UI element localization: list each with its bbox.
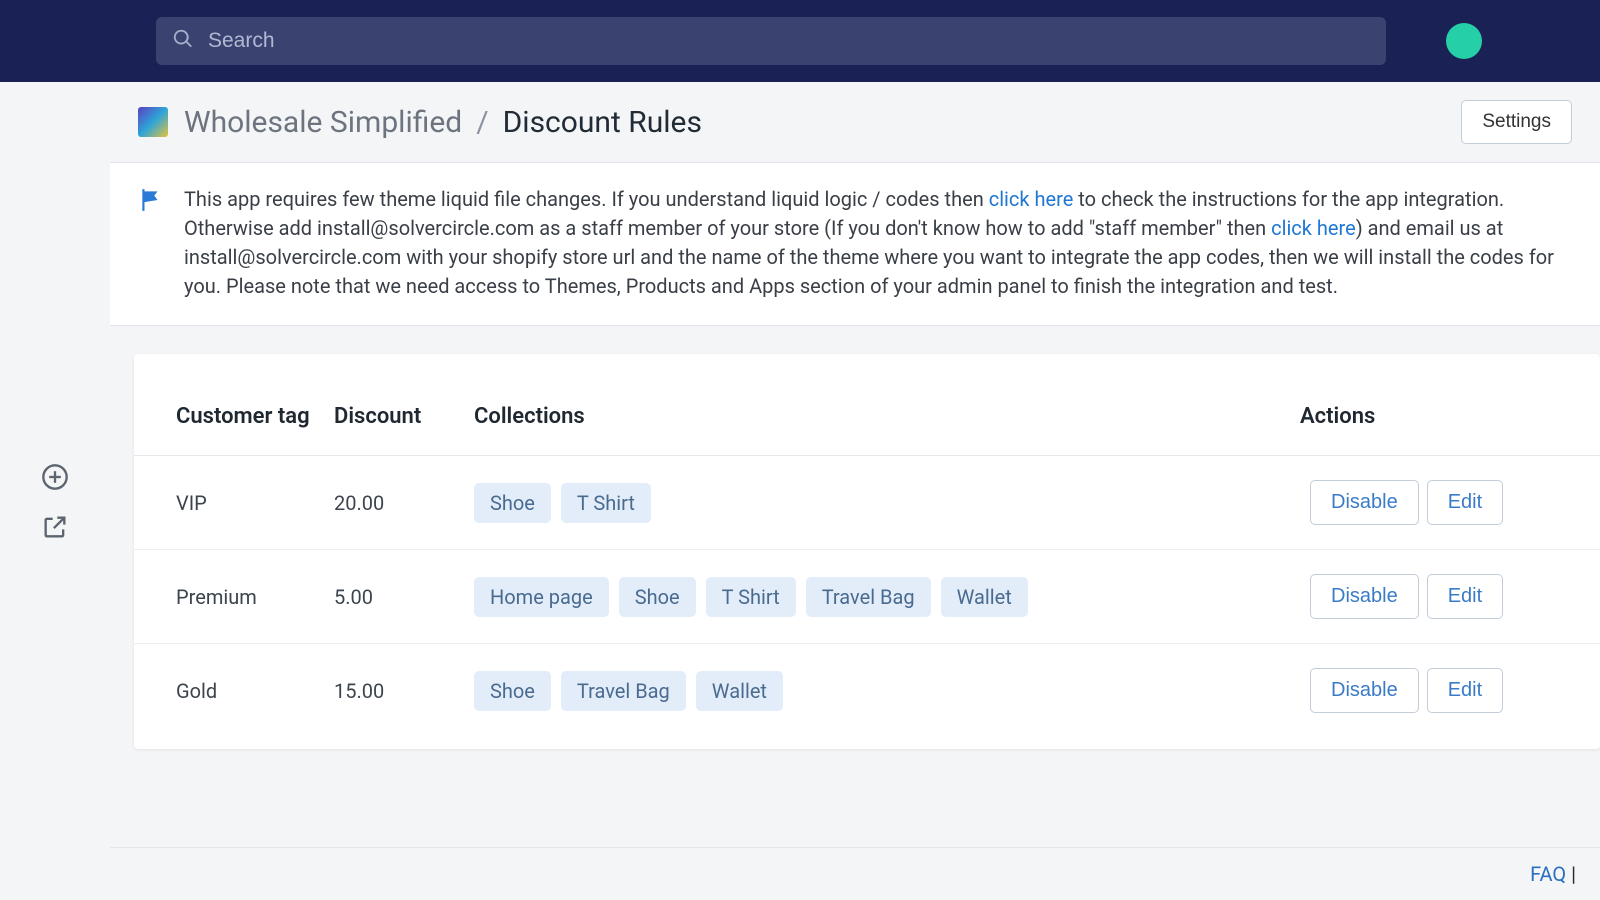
footer-sep: | bbox=[1566, 862, 1576, 886]
cell-actions: DisableEdit bbox=[1300, 550, 1600, 644]
collection-chip[interactable]: Wallet bbox=[941, 577, 1028, 617]
rules-table: Customer tag Discount Collections Action… bbox=[134, 386, 1600, 737]
avatar[interactable] bbox=[1446, 23, 1482, 59]
sidebar bbox=[0, 82, 110, 900]
add-icon[interactable] bbox=[40, 462, 70, 492]
cell-actions: DisableEdit bbox=[1300, 644, 1600, 738]
table-row: Premium5.00Home pageShoeT ShirtTravel Ba… bbox=[134, 550, 1600, 644]
page-header: Wholesale Simplified / Discount Rules Se… bbox=[110, 82, 1600, 162]
topbar bbox=[0, 0, 1600, 82]
breadcrumb-app[interactable]: Wholesale Simplified bbox=[184, 105, 462, 140]
faq-link[interactable]: FAQ bbox=[1530, 862, 1566, 886]
cell-collections: ShoeT Shirt bbox=[464, 456, 1300, 550]
notice-text: This app requires few theme liquid file … bbox=[184, 185, 1572, 301]
search-field[interactable] bbox=[156, 17, 1386, 65]
cell-discount: 15.00 bbox=[324, 644, 464, 738]
cell-discount: 5.00 bbox=[324, 550, 464, 644]
table-row: Gold15.00ShoeTravel BagWalletDisableEdit bbox=[134, 644, 1600, 738]
collection-chip[interactable]: Shoe bbox=[474, 483, 551, 523]
collection-chip[interactable]: T Shirt bbox=[706, 577, 796, 617]
cell-actions: DisableEdit bbox=[1300, 456, 1600, 550]
table-row: VIP20.00ShoeT ShirtDisableEdit bbox=[134, 456, 1600, 550]
col-header-actions: Actions bbox=[1300, 386, 1600, 456]
col-header-discount: Discount bbox=[324, 386, 464, 456]
col-header-tag: Customer tag bbox=[134, 386, 324, 456]
content: Wholesale Simplified / Discount Rules Se… bbox=[110, 82, 1600, 900]
collection-chip[interactable]: T Shirt bbox=[561, 483, 651, 523]
breadcrumb-current: Discount Rules bbox=[503, 105, 702, 140]
edit-button[interactable]: Edit bbox=[1427, 480, 1503, 525]
collection-chip[interactable]: Shoe bbox=[474, 671, 551, 711]
notice-link-2[interactable]: click here bbox=[1271, 216, 1356, 240]
col-header-collections: Collections bbox=[464, 386, 1300, 456]
edit-button[interactable]: Edit bbox=[1427, 574, 1503, 619]
cell-collections: Home pageShoeT ShirtTravel BagWallet bbox=[464, 550, 1300, 644]
cell-tag: Gold bbox=[134, 644, 324, 738]
rules-table-card: Customer tag Discount Collections Action… bbox=[134, 354, 1600, 749]
breadcrumb-separator: / bbox=[476, 105, 488, 140]
cell-discount: 20.00 bbox=[324, 456, 464, 550]
settings-button[interactable]: Settings bbox=[1461, 100, 1572, 144]
external-link-icon[interactable] bbox=[40, 512, 70, 542]
collection-chip[interactable]: Travel Bag bbox=[806, 577, 931, 617]
search-icon bbox=[172, 28, 194, 54]
notice-banner: This app requires few theme liquid file … bbox=[110, 162, 1600, 326]
footer: FAQ | bbox=[110, 847, 1600, 900]
collection-chip[interactable]: Home page bbox=[474, 577, 609, 617]
edit-button[interactable]: Edit bbox=[1427, 668, 1503, 713]
app-logo bbox=[138, 107, 168, 137]
cell-collections: ShoeTravel BagWallet bbox=[464, 644, 1300, 738]
notice-link-1[interactable]: click here bbox=[989, 187, 1074, 211]
disable-button[interactable]: Disable bbox=[1310, 480, 1419, 525]
search-input[interactable] bbox=[208, 29, 1370, 53]
collection-chip[interactable]: Travel Bag bbox=[561, 671, 686, 711]
flag-icon bbox=[138, 185, 164, 301]
collection-chip[interactable]: Wallet bbox=[696, 671, 783, 711]
cell-tag: VIP bbox=[134, 456, 324, 550]
disable-button[interactable]: Disable bbox=[1310, 574, 1419, 619]
cell-tag: Premium bbox=[134, 550, 324, 644]
breadcrumb: Wholesale Simplified / Discount Rules bbox=[184, 105, 702, 140]
collection-chip[interactable]: Shoe bbox=[619, 577, 696, 617]
disable-button[interactable]: Disable bbox=[1310, 668, 1419, 713]
